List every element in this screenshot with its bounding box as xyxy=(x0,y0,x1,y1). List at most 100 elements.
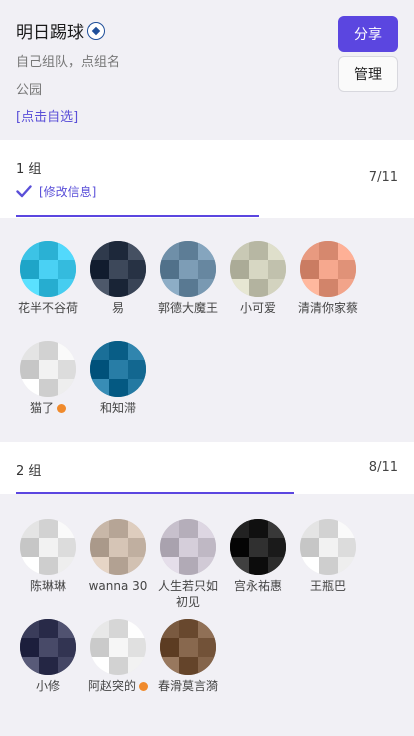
group-2-progress-bar xyxy=(16,492,294,494)
avatar-mosaic-block xyxy=(20,657,39,675)
avatar-mosaic-block xyxy=(128,360,146,379)
manage-button[interactable]: 管理 xyxy=(338,56,398,92)
avatar-mosaic-block xyxy=(268,260,286,279)
member-name: 和知滞 xyxy=(83,400,153,416)
member-name: 人生若只如初见 xyxy=(153,578,223,610)
avatar-mosaic-block xyxy=(160,260,179,279)
avatar-mosaic-block xyxy=(90,279,109,297)
status-dot-icon xyxy=(139,682,148,691)
avatar-mosaic-block xyxy=(39,279,58,297)
member-item[interactable]: 王瓶巴 xyxy=(293,519,363,594)
avatar-mosaic-block xyxy=(300,241,319,260)
avatar-mosaic-block xyxy=(268,519,286,538)
member-item[interactable]: 小可爱 xyxy=(223,241,293,316)
avatar-mosaic-block xyxy=(39,241,58,260)
group-1-header[interactable]: 1 组 [修改信息] 7/11 xyxy=(0,140,414,218)
avatar-mosaic-block xyxy=(109,557,128,575)
member-name-text: 猫了 xyxy=(29,401,54,415)
avatar-mosaic-block xyxy=(20,619,39,638)
group-1-name[interactable]: 1 组 xyxy=(16,158,41,177)
avatar-mosaic-block xyxy=(109,241,128,260)
avatar-mosaic-block xyxy=(230,260,249,279)
member-name-text: wanna 30 xyxy=(88,579,148,593)
member-item[interactable]: 小修 xyxy=(13,619,83,694)
avatar-mosaic-block xyxy=(90,241,109,260)
avatar-mosaic-block xyxy=(268,241,286,260)
avatar-mosaic-block xyxy=(58,279,76,297)
avatar-mosaic-block xyxy=(198,638,216,657)
member-item[interactable]: 猫了 xyxy=(13,341,83,416)
member-name: 郭德大魔王 xyxy=(153,300,223,316)
member-name: 阿赵突的 xyxy=(83,678,153,694)
member-item[interactable]: 郭德大魔王 xyxy=(153,241,223,316)
avatar-mosaic-block xyxy=(58,657,76,675)
avatar-mosaic-block xyxy=(268,557,286,575)
member-item[interactable]: 清清你家蔡 xyxy=(293,241,363,316)
member-item[interactable]: 春滑莫言漪 xyxy=(153,619,223,694)
avatar-mosaic-block xyxy=(300,538,319,557)
avatar-mosaic-block xyxy=(128,519,146,538)
member-item[interactable]: 宫永祐惠 xyxy=(223,519,293,594)
avatar-mosaic-block xyxy=(160,619,179,638)
member-item[interactable]: 阿赵突的 xyxy=(83,619,153,694)
avatar-mosaic-block xyxy=(20,379,39,397)
avatar xyxy=(90,619,146,675)
group-2-count: 8/11 xyxy=(368,460,398,475)
avatar-mosaic-block xyxy=(109,379,128,397)
group-2-header[interactable]: 2 组 8/11 xyxy=(0,442,414,494)
avatar-mosaic-block xyxy=(249,557,268,575)
avatar-mosaic-block xyxy=(128,341,146,360)
self-select-link[interactable]: [点击自选] xyxy=(16,106,78,125)
avatar-mosaic-block xyxy=(230,519,249,538)
avatar xyxy=(230,519,286,575)
share-button[interactable]: 分享 xyxy=(338,16,398,52)
member-item[interactable]: 和知滞 xyxy=(83,341,153,416)
avatar-mosaic-block xyxy=(128,557,146,575)
avatar-mosaic-block xyxy=(20,241,39,260)
avatar-mosaic-block xyxy=(109,341,128,360)
avatar-mosaic-block xyxy=(319,557,338,575)
avatar-mosaic-block xyxy=(39,360,58,379)
group-1-edit-row[interactable]: [修改信息] xyxy=(16,183,96,200)
avatar xyxy=(300,519,356,575)
avatar-mosaic-block xyxy=(230,538,249,557)
avatar-mosaic-block xyxy=(198,279,216,297)
avatar-mosaic-block xyxy=(198,619,216,638)
member-name-text: 陈琳琳 xyxy=(29,579,66,593)
avatar-mosaic-block xyxy=(90,379,109,397)
avatar-mosaic-block xyxy=(179,279,198,297)
avatar-mosaic-block xyxy=(128,638,146,657)
member-name-text: 阿赵突的 xyxy=(87,679,136,693)
edit-info-link[interactable]: [修改信息] xyxy=(39,183,96,200)
avatar-mosaic-block xyxy=(58,241,76,260)
avatar-mosaic-block xyxy=(160,657,179,675)
avatar-mosaic-block xyxy=(230,557,249,575)
avatar-mosaic-block xyxy=(179,619,198,638)
avatar-mosaic-block xyxy=(39,638,58,657)
avatar xyxy=(90,519,146,575)
member-item[interactable]: 易 xyxy=(83,241,153,316)
avatar-mosaic-block xyxy=(249,241,268,260)
avatar-mosaic-block xyxy=(338,279,356,297)
member-item[interactable]: 花半不谷荷 xyxy=(13,241,83,316)
avatar-mosaic-block xyxy=(90,619,109,638)
member-item[interactable]: wanna 30 xyxy=(83,519,153,594)
group-2-name[interactable]: 2 组 xyxy=(16,460,41,479)
member-name: wanna 30 xyxy=(83,578,153,594)
member-name: 宫永祐惠 xyxy=(223,578,293,594)
avatar-mosaic-block xyxy=(39,379,58,397)
avatar-mosaic-block xyxy=(198,241,216,260)
member-name-text: 清清你家蔡 xyxy=(297,301,358,315)
location-label: 公园 xyxy=(16,83,43,98)
member-name: 王瓶巴 xyxy=(293,578,363,594)
avatar xyxy=(300,241,356,297)
status-dot-icon xyxy=(57,404,66,413)
avatar-mosaic-block xyxy=(179,557,198,575)
avatar-mosaic-block xyxy=(39,260,58,279)
avatar xyxy=(160,519,216,575)
member-name: 花半不谷荷 xyxy=(13,300,83,316)
avatar xyxy=(20,519,76,575)
avatar xyxy=(90,241,146,297)
member-item[interactable]: 人生若只如初见 xyxy=(153,519,223,610)
member-item[interactable]: 陈琳琳 xyxy=(13,519,83,594)
